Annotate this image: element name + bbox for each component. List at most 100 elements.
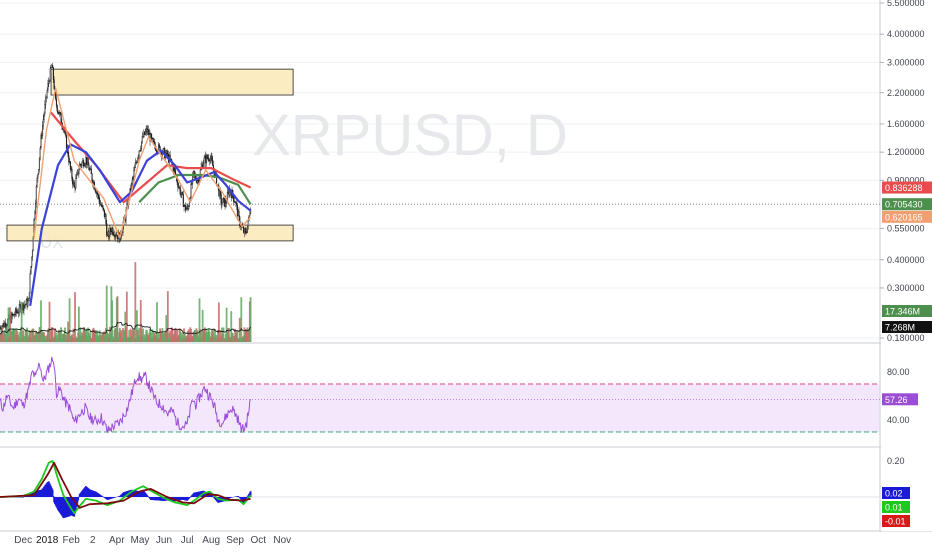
macd-histogram-bar — [147, 496, 149, 497]
price-axis-label: 4.000000 — [887, 29, 925, 39]
chart-root: XRPUSD, D 0x 5.5000004.0000003.0000002.2… — [0, 0, 932, 550]
volume-bar — [250, 297, 252, 342]
candle-body — [37, 178, 38, 186]
rsi-badge-label: 57.26 — [885, 395, 908, 405]
candle-body — [137, 158, 138, 162]
volume-bar — [117, 296, 119, 342]
candle-body — [41, 136, 42, 148]
candle-body — [245, 229, 246, 232]
candle-body — [57, 105, 58, 111]
time-axis-label: Feb — [63, 535, 81, 546]
candle-body — [249, 213, 250, 215]
time-axis-label: Sep — [226, 535, 244, 546]
time-axis-label: Jul — [181, 535, 194, 546]
candle-body — [226, 202, 227, 204]
candle-body — [138, 155, 139, 157]
candle-body — [188, 206, 189, 209]
candle-body — [72, 169, 73, 179]
candle-body — [210, 159, 211, 161]
candle-body — [91, 169, 92, 174]
time-axis-label: Nov — [273, 535, 291, 546]
candle-body — [133, 177, 134, 180]
time-axis-year-label: 2018 — [36, 535, 59, 546]
candle-body — [24, 305, 25, 310]
candle-body — [239, 211, 240, 216]
candle-body — [38, 169, 39, 173]
candle-body — [36, 187, 37, 204]
candle-body — [248, 220, 249, 226]
candle-body — [32, 251, 33, 257]
candle-body — [82, 162, 83, 165]
macd-histogram-bar — [237, 496, 239, 497]
candle-body — [191, 184, 192, 198]
candle-body — [204, 158, 205, 163]
macd-badge-label: -0.01 — [885, 517, 906, 527]
candle-body — [52, 65, 53, 67]
candle-body — [79, 170, 80, 174]
candle-body — [45, 97, 46, 104]
time-axis-label: 2 — [90, 535, 96, 546]
price-axis-background — [881, 0, 932, 531]
candle-body — [27, 301, 28, 306]
candle-body — [208, 158, 209, 160]
time-axis-label: Apr — [109, 535, 125, 546]
candle-body — [106, 223, 107, 235]
candle-body — [103, 205, 104, 208]
resistance-zone — [51, 69, 293, 95]
candle-body — [88, 159, 89, 165]
candle-body — [76, 174, 77, 178]
candle-body — [35, 203, 36, 212]
macd-histogram-bar — [52, 490, 54, 497]
volume-bar — [156, 302, 158, 342]
candle-body — [135, 163, 136, 168]
candle-body — [40, 148, 41, 158]
price-axis-label: 0.400000 — [887, 255, 925, 265]
candle-body — [174, 168, 175, 171]
candle-body — [133, 171, 134, 177]
candle-body — [92, 174, 93, 181]
candle-body — [31, 257, 32, 266]
candle-body — [70, 161, 71, 169]
candle-body — [194, 171, 195, 174]
candle-body — [139, 151, 140, 155]
volume-bar — [21, 302, 23, 342]
price-axis-label: 1.200000 — [887, 147, 925, 157]
price-axis-label: 5.500000 — [887, 0, 925, 8]
candle-body — [180, 187, 181, 194]
time-axis-label: Jun — [156, 535, 172, 546]
volume-bar — [111, 300, 113, 342]
candle-body — [151, 134, 152, 138]
candle-body — [178, 182, 179, 187]
candle-body — [42, 125, 43, 136]
candle-body — [44, 114, 45, 120]
candle-body — [182, 192, 183, 194]
candle-body — [140, 148, 141, 150]
macd-badge-label: 0.01 — [885, 503, 903, 513]
time-axis-label: May — [131, 535, 150, 546]
candle-body — [29, 293, 30, 299]
candle-body — [31, 266, 32, 273]
candle-body — [85, 164, 86, 166]
price-axis-label: 2.200000 — [887, 88, 925, 98]
price-badge-label: 0.620165 — [885, 212, 923, 222]
volume-bar — [240, 297, 242, 342]
volume-bar — [74, 292, 76, 342]
macd-histogram-bar — [246, 497, 248, 498]
time-axis-label: Dec — [14, 535, 32, 546]
volume-badge-label: 7.268M — [885, 323, 915, 333]
candle-body — [48, 82, 49, 84]
rsi-axis-label: 40.00 — [887, 415, 910, 425]
candle-body — [53, 68, 54, 80]
candle-body — [7, 325, 8, 326]
rsi-axis-label: 80.00 — [887, 367, 910, 377]
candle-body — [45, 105, 46, 114]
xrpusd-chart: XRPUSD, D 0x 5.5000004.0000003.0000002.2… — [0, 0, 932, 550]
candle-body — [153, 138, 154, 141]
candle-body — [56, 99, 57, 105]
price-axis-label: 0.300000 — [887, 283, 925, 293]
watermark-symbol: XRPUSD, D — [252, 103, 568, 168]
candle-body — [159, 145, 160, 147]
price-axis-label: 0.180000 — [887, 333, 925, 343]
macd-histogram-bar — [52, 496, 54, 497]
volume-bar — [8, 307, 10, 342]
